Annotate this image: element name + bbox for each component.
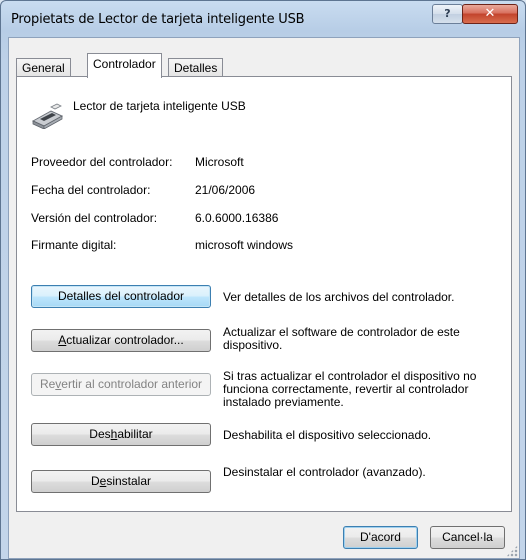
driver-details-button[interactable]: Detalles del controlador [31, 285, 211, 308]
driver-details-button-label: Detalles del controlador [57, 289, 185, 303]
disable-device-label-end: abilitar [117, 427, 153, 441]
uninstall-driver-button[interactable]: Desinstalar [31, 470, 211, 493]
rollback-driver-button[interactable]: Revertir al controlador anterior [31, 373, 211, 396]
uninstall-driver-description: Desinstalar el controlador (avanzado). [223, 465, 426, 479]
dialog-client-area: General Controlador Detalles Lector de t… [8, 37, 520, 559]
resize-grip[interactable] [506, 545, 518, 557]
update-driver-label-end: ctualizar controlador... [66, 333, 184, 347]
driver-date-label: Fecha del controlador: [31, 183, 151, 197]
digital-signer-label: Firmante digital: [31, 238, 117, 252]
driver-version-label: Versión del controlador: [31, 211, 158, 225]
rollback-driver-label-end: ertir al controlador anterior [61, 377, 203, 391]
title-bar[interactable]: Propietats de Lector de tarjeta intelige… [1, 1, 525, 37]
tab-strip: General Controlador Detalles [9, 38, 519, 78]
update-driver-description: Actualizar el software de controlador de… [223, 325, 460, 352]
disable-device-label-start: Des [89, 427, 111, 441]
device-name: Lector de tarjeta inteligente USB [73, 99, 246, 113]
driver-provider-label: Proveedor del controlador: [31, 155, 173, 169]
help-button[interactable]: ? [432, 4, 463, 24]
ok-button[interactable]: D'acord [343, 526, 418, 549]
cancel-button[interactable]: Cancel·la [430, 526, 505, 549]
tab-controlador[interactable]: Controlador [87, 53, 162, 78]
update-driver-button[interactable]: Actualizar controlador... [31, 329, 211, 352]
tab-detalles[interactable]: Detalles [168, 58, 224, 77]
driver-date-value: 21/06/2006 [195, 183, 256, 197]
close-icon: ✕ [484, 6, 496, 21]
driver-details-description: Ver detalles de los archivos del control… [223, 290, 455, 304]
driver-provider-value: Microsoft [195, 155, 244, 169]
uninstall-driver-label-end: sinstalar [106, 474, 152, 488]
smart-card-reader-icon [31, 103, 64, 129]
disable-device-description: Deshabilita el dispositivo seleccionado. [223, 428, 432, 442]
uninstall-driver-label-start: D [90, 474, 100, 488]
disable-device-button[interactable]: Deshabilitar [31, 423, 211, 446]
digital-signer-value: microsoft windows [195, 238, 294, 252]
window-title: Propietats de Lector de tarjeta intelige… [11, 12, 305, 27]
close-button[interactable]: ✕ [462, 4, 518, 24]
tab-general[interactable]: General [16, 58, 71, 77]
help-icon: ? [444, 7, 451, 20]
rollback-driver-label-start: Re [39, 377, 56, 391]
properties-dialog: Propietats de Lector de tarjeta intelige… [0, 0, 526, 560]
tab-panel-controlador: Lector de tarjeta inteligente USB Provee… [16, 76, 512, 512]
driver-version-value: 6.0.6000.16386 [195, 211, 279, 225]
rollback-driver-description: Si tras actualizar el controlador el dis… [223, 369, 477, 409]
